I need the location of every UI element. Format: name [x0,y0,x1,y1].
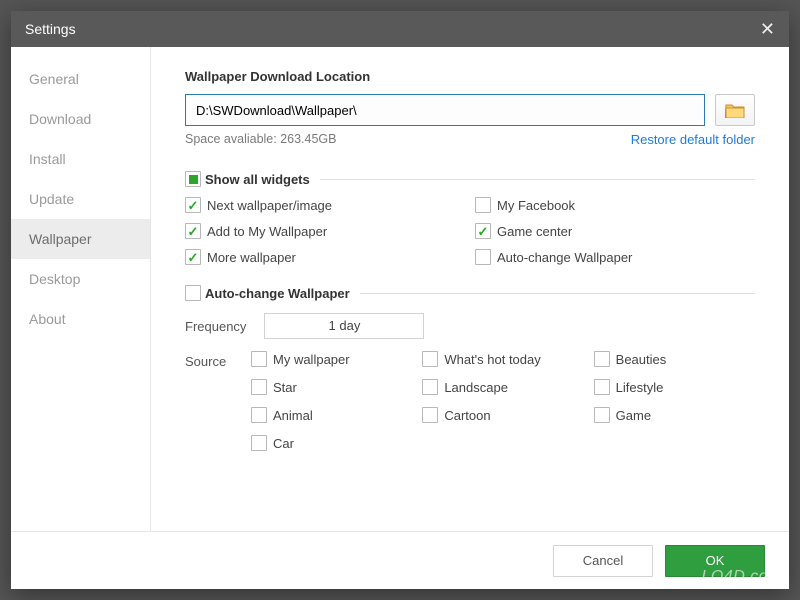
source-whats-hot[interactable] [422,351,438,367]
frequency-select[interactable]: 1 day [264,313,424,339]
sidebar-item-general[interactable]: General [11,59,150,99]
checkbox-next-wallpaper[interactable] [185,197,201,213]
restore-default-link[interactable]: Restore default folder [631,132,755,147]
folder-icon [725,102,745,118]
download-location-title: Wallpaper Download Location [185,69,755,84]
frequency-label: Frequency [185,319,246,334]
ok-button[interactable]: OK [665,545,765,577]
source-landscape[interactable] [422,379,438,395]
source-my-wallpaper[interactable] [251,351,267,367]
source-lifestyle[interactable] [594,379,610,395]
sidebar-item-wallpaper[interactable]: Wallpaper [11,219,150,259]
source-car[interactable] [251,435,267,451]
checkbox-add-to-my-wallpaper[interactable] [185,223,201,239]
show-all-widgets-label: Show all widgets [205,172,310,187]
download-path-input[interactable] [185,94,705,126]
sidebar-item-download[interactable]: Download [11,99,150,139]
titlebar: Settings ✕ [11,11,789,47]
show-all-widgets-checkbox[interactable] [185,171,201,187]
close-icon[interactable]: ✕ [760,19,775,40]
cancel-button[interactable]: Cancel [553,545,653,577]
main-panel: Wallpaper Download Location Space aval [151,47,789,531]
sidebar-item-desktop[interactable]: Desktop [11,259,150,299]
checkbox-auto-change-widget[interactable] [475,249,491,265]
browse-button[interactable] [715,94,755,126]
settings-window: Settings ✕ General Download Install Upda… [11,11,789,589]
sidebar-item-install[interactable]: Install [11,139,150,179]
checkbox-more-wallpaper[interactable] [185,249,201,265]
window-title: Settings [25,21,76,37]
source-animal[interactable] [251,407,267,423]
sidebar-item-update[interactable]: Update [11,179,150,219]
source-star[interactable] [251,379,267,395]
checkbox-game-center[interactable] [475,223,491,239]
source-game[interactable] [594,407,610,423]
auto-change-label: Auto-change Wallpaper [205,286,350,301]
footer: Cancel OK [11,531,789,589]
source-cartoon[interactable] [422,407,438,423]
sidebar: General Download Install Update Wallpape… [11,47,151,531]
show-all-widgets-group: Show all widgets Next wallpaper/image My… [185,167,755,265]
space-available-text: Space avaliable: 263.45GB [185,132,337,147]
sidebar-item-about[interactable]: About [11,299,150,339]
source-beauties[interactable] [594,351,610,367]
auto-change-group: Auto-change Wallpaper Frequency 1 day So… [185,281,755,451]
checkbox-my-facebook[interactable] [475,197,491,213]
source-label: Source [185,351,235,451]
auto-change-checkbox[interactable] [185,285,201,301]
